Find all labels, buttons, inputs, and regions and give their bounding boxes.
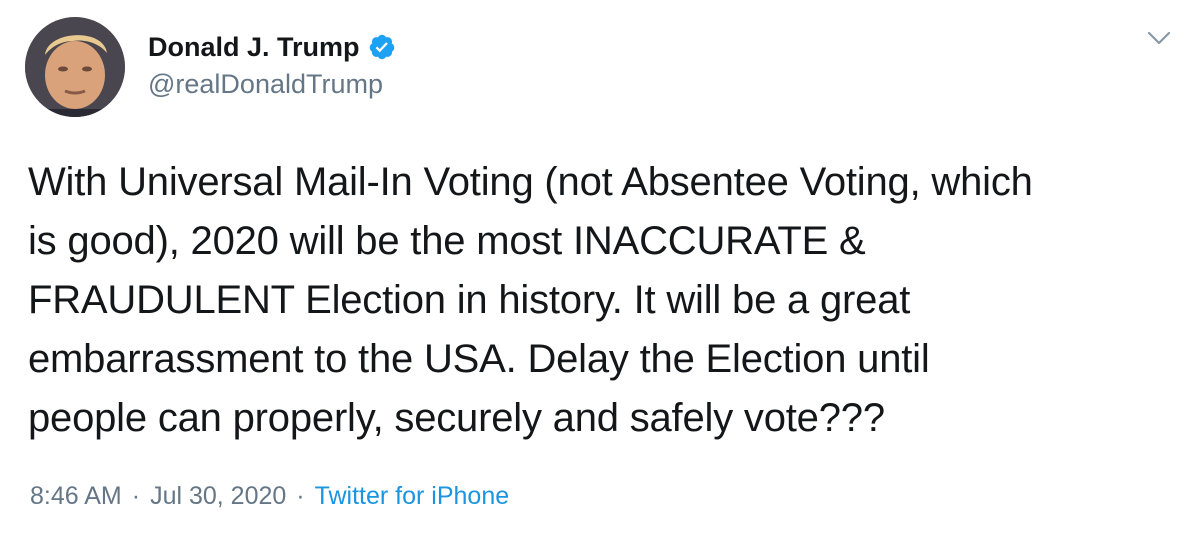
tweet-text: With Universal Mail-In Voting (not Absen… xyxy=(28,160,1033,440)
tweet-source-link[interactable]: Twitter for iPhone xyxy=(315,482,510,511)
tweet-card: Donald J. Trump @realDonaldTrump With Un… xyxy=(0,0,1200,542)
chevron-down-icon[interactable] xyxy=(1146,28,1172,48)
meta-separator: · xyxy=(131,481,141,510)
tweet-date[interactable]: Jul 30, 2020 xyxy=(150,482,286,511)
author-name[interactable]: Donald J. Trump xyxy=(148,32,360,63)
tweet-meta: 8:46 AM · Jul 30, 2020 · Twitter for iPh… xyxy=(30,478,509,514)
meta-separator: · xyxy=(296,481,305,510)
avatar[interactable] xyxy=(25,17,125,117)
tweet-time[interactable]: 8:46 AM xyxy=(30,482,122,511)
author-row: Donald J. Trump xyxy=(148,30,396,64)
author-handle[interactable]: @realDonaldTrump xyxy=(148,69,383,100)
verified-badge-icon xyxy=(368,33,396,61)
profile-photo-icon xyxy=(25,17,125,117)
